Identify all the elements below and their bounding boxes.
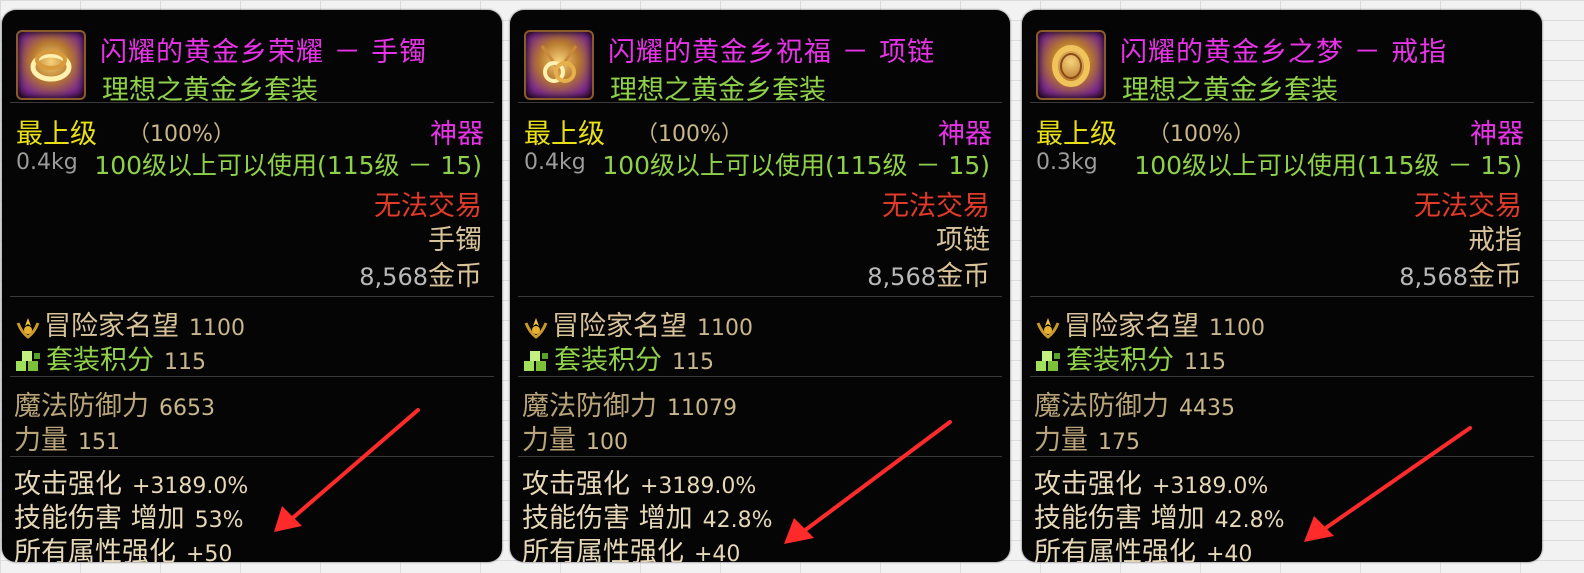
stat-label: 力量 xyxy=(14,425,68,456)
price-currency: 金币 xyxy=(936,261,990,292)
bracelet-icon xyxy=(16,30,86,100)
level-requirement: 100级以上可以使用(115级 － 15) xyxy=(1134,151,1522,180)
set-name: 理想之黄金乡套装 xyxy=(610,75,826,106)
price-value: 8,568 xyxy=(867,263,936,291)
item-name: 闪耀的黄金乡荣耀 － 手镯 xyxy=(100,37,428,68)
item-slot: 手镯 xyxy=(428,225,482,256)
stat-value: 100 xyxy=(586,430,628,455)
stat-label: 力量 xyxy=(1034,425,1088,456)
reputation-section: 冒险家名望 1100 套装积分 115 xyxy=(1030,298,1534,377)
item-info: 最上级 （100%） 神器 0.4kg 100级以上可以使用(115级 － 15… xyxy=(10,104,494,297)
set-points-label: 套装积分 xyxy=(1066,345,1174,376)
bonus-value: +40 xyxy=(1206,542,1253,562)
level-requirement: 100级以上可以使用(115级 － 15) xyxy=(94,151,482,180)
item-slot: 项链 xyxy=(936,225,990,256)
reputation-section: 冒险家名望 1100 套装积分 115 xyxy=(10,298,494,377)
bonus-row: 所有属性强化 +50 xyxy=(14,530,232,562)
item-slot: 戒指 xyxy=(1468,225,1522,256)
item-name: 闪耀的黄金乡祝福 － 项链 xyxy=(608,37,936,68)
bonus-value: +50 xyxy=(186,542,233,562)
stat-row: 力量 175 xyxy=(1034,418,1140,457)
tooltip-header: 闪耀的黄金乡之梦 － 戒指 理想之黄金乡套装 xyxy=(1030,16,1534,106)
stat-value: 6653 xyxy=(159,396,215,421)
stat-value: 175 xyxy=(1098,430,1140,455)
stat-row: 力量 151 xyxy=(14,418,120,457)
item-tooltip-bracelet: 闪耀的黄金乡荣耀 － 手镯 理想之黄金乡套装 最上级 （100%） 神器 0.4… xyxy=(2,10,502,562)
item-info: 最上级 （100%） 神器 0.4kg 100级以上可以使用(115级 － 15… xyxy=(518,104,1002,297)
set-points-value: 115 xyxy=(672,350,714,375)
laurel-icon xyxy=(524,317,548,339)
set-name: 理想之黄金乡套装 xyxy=(1122,75,1338,106)
bonus-value: +40 xyxy=(694,542,741,562)
set-points-value: 115 xyxy=(1184,350,1226,375)
set-points-row: 套装积分 115 xyxy=(522,338,714,377)
set-points-value: 115 xyxy=(164,350,206,375)
bonus-section: 攻击强化 +3189.0% 技能伤害 增加 53% 所有属性强化 +50 xyxy=(10,458,494,562)
bonus-row: 所有属性强化 +40 xyxy=(1034,530,1252,562)
price-currency: 金币 xyxy=(1468,261,1522,292)
laurel-icon xyxy=(1036,317,1060,339)
item-tooltip-necklace: 闪耀的黄金乡祝福 － 项链 理想之黄金乡套装 最上级 （100%） 神器 0.4… xyxy=(510,10,1010,562)
tooltip-header: 闪耀的黄金乡祝福 － 项链 理想之黄金乡套装 xyxy=(518,16,1002,106)
stats-section: 魔法防御力 6653 力量 151 xyxy=(10,378,494,457)
bonus-label: 所有属性强化 xyxy=(1034,537,1196,562)
item-price: 8,568金币 xyxy=(359,254,482,293)
item-price: 8,568金币 xyxy=(867,254,990,293)
stat-value: 151 xyxy=(78,430,120,455)
set-points-row: 套装积分 115 xyxy=(1034,338,1226,377)
item-price: 8,568金币 xyxy=(1399,254,1522,293)
stat-row: 力量 100 xyxy=(522,418,628,457)
set-points-label: 套装积分 xyxy=(554,345,662,376)
bonus-section: 攻击强化 +3189.0% 技能伤害 增加 42.8% 所有属性强化 +40 xyxy=(1030,458,1534,562)
item-info: 最上级 （100%） 神器 0.3kg 100级以上可以使用(115级 － 15… xyxy=(1030,104,1534,297)
price-value: 8,568 xyxy=(1399,263,1468,291)
necklace-icon xyxy=(524,30,594,100)
stats-section: 魔法防御力 11079 力量 100 xyxy=(518,378,1002,457)
set-name: 理想之黄金乡套装 xyxy=(102,75,318,106)
stats-section: 魔法防御力 4435 力量 175 xyxy=(1030,378,1534,457)
set-blocks-icon xyxy=(16,350,40,371)
set-blocks-icon xyxy=(1036,350,1060,371)
item-name: 闪耀的黄金乡之梦 － 戒指 xyxy=(1120,37,1448,68)
bonus-label: 所有属性强化 xyxy=(522,537,684,562)
price-currency: 金币 xyxy=(428,261,482,292)
reputation-section: 冒险家名望 1100 套装积分 115 xyxy=(518,298,1002,377)
bonus-row: 所有属性强化 +40 xyxy=(522,530,740,562)
bonus-section: 攻击强化 +3189.0% 技能伤害 增加 42.8% 所有属性强化 +40 xyxy=(518,458,1002,562)
stat-label: 力量 xyxy=(522,425,576,456)
set-points-row: 套装积分 115 xyxy=(14,338,206,377)
tooltip-header: 闪耀的黄金乡荣耀 － 手镯 理想之黄金乡套装 xyxy=(10,16,494,106)
price-value: 8,568 xyxy=(359,263,428,291)
ring-icon xyxy=(1036,30,1106,100)
item-tooltip-ring: 闪耀的黄金乡之梦 － 戒指 理想之黄金乡套装 最上级 （100%） 神器 0.3… xyxy=(1022,10,1542,562)
bonus-label: 所有属性强化 xyxy=(14,537,176,562)
laurel-icon xyxy=(16,317,40,339)
stat-value: 4435 xyxy=(1179,396,1235,421)
stat-value: 11079 xyxy=(667,396,737,421)
level-requirement: 100级以上可以使用(115级 － 15) xyxy=(602,151,990,180)
set-blocks-icon xyxy=(524,350,548,371)
set-points-label: 套装积分 xyxy=(46,345,154,376)
